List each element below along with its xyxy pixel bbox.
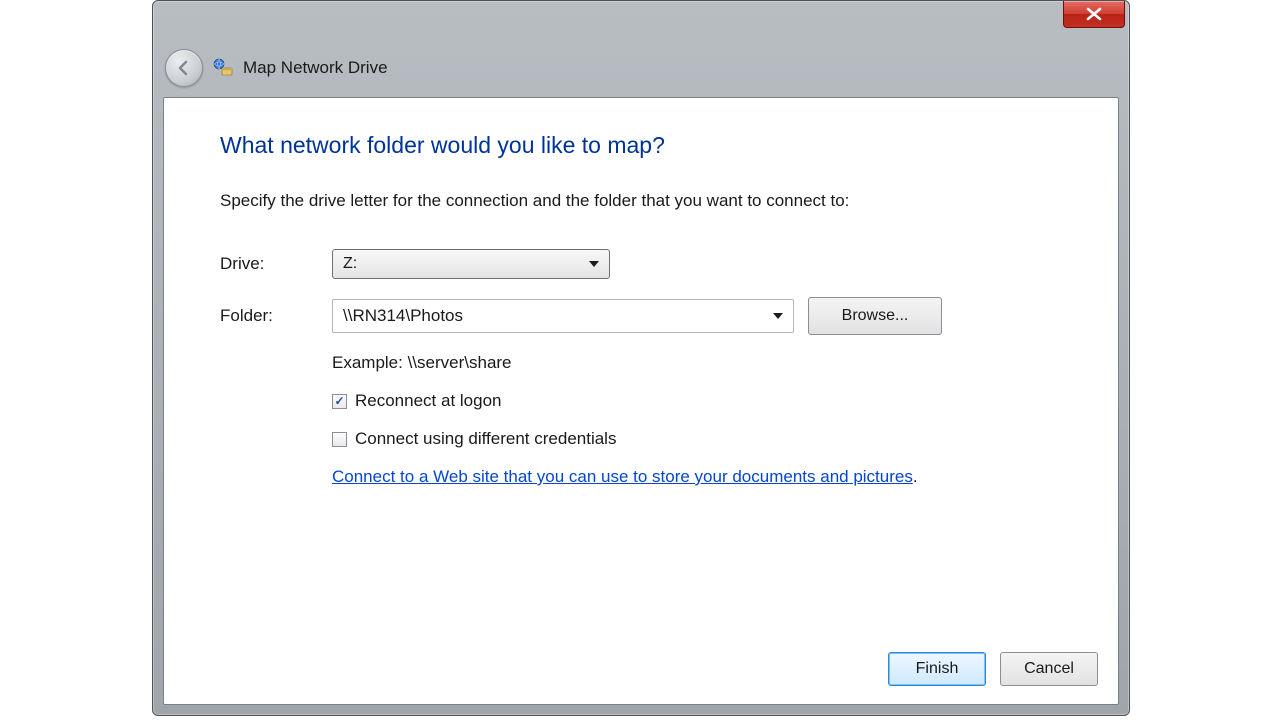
chevron-down-icon	[589, 261, 599, 267]
drive-select[interactable]: Z:	[332, 249, 610, 279]
reconnect-checkbox[interactable]	[332, 394, 347, 409]
back-arrow-icon	[175, 59, 193, 77]
back-button[interactable]	[165, 49, 203, 87]
page-heading: What network folder would you like to ma…	[220, 132, 1062, 159]
reconnect-label: Reconnect at logon	[355, 391, 502, 411]
folder-value: \\RN314\Photos	[343, 306, 463, 326]
folder-combobox[interactable]: \\RN314\Photos	[332, 299, 794, 333]
chevron-down-icon	[773, 313, 783, 319]
window-title: Map Network Drive	[243, 58, 388, 78]
drive-row: Drive: Z:	[220, 249, 1062, 279]
drive-value: Z:	[343, 255, 357, 273]
cancel-button[interactable]: Cancel	[1000, 652, 1098, 686]
folder-row: Folder: \\RN314\Photos Browse...	[220, 297, 1062, 335]
diff-creds-row: Connect using different credentials	[332, 429, 1062, 449]
close-button[interactable]	[1063, 1, 1125, 28]
close-icon	[1085, 7, 1103, 21]
instructions-text: Specify the drive letter for the connect…	[220, 191, 1062, 211]
map-network-drive-window: Map Network Drive What network folder wo…	[152, 0, 1130, 716]
example-text: Example: \\server\share	[332, 353, 1062, 373]
folder-label: Folder:	[220, 306, 332, 326]
content-pane: What network folder would you like to ma…	[163, 97, 1119, 705]
web-link-row: Connect to a Web site that you can use t…	[332, 467, 1062, 487]
browse-button[interactable]: Browse...	[808, 297, 942, 335]
titlebar: Map Network Drive	[165, 47, 388, 89]
footer-buttons: Finish Cancel	[888, 652, 1098, 686]
web-storage-link[interactable]: Connect to a Web site that you can use t…	[332, 467, 913, 486]
network-drive-icon	[213, 58, 233, 78]
drive-label: Drive:	[220, 254, 332, 274]
diff-creds-label: Connect using different credentials	[355, 429, 616, 449]
finish-button[interactable]: Finish	[888, 652, 986, 686]
reconnect-row: Reconnect at logon	[332, 391, 1062, 411]
diff-creds-checkbox[interactable]	[332, 432, 347, 447]
